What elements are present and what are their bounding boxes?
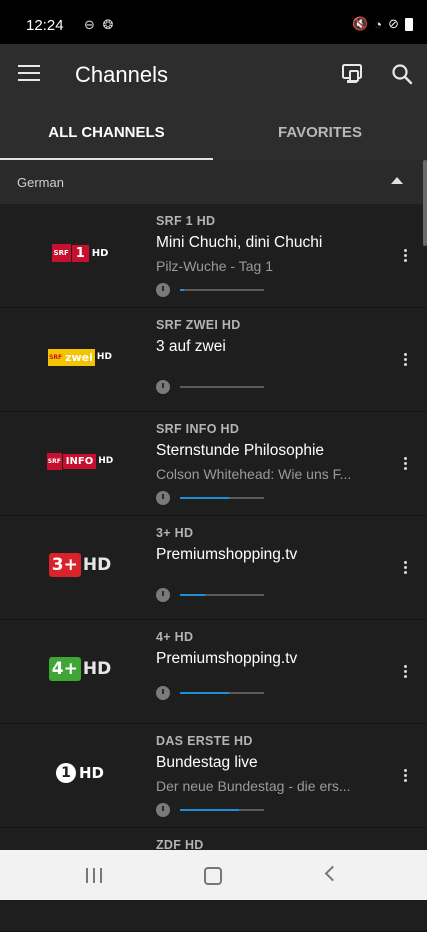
status-right-icons: 🔇 ◔ ⊘ (352, 16, 413, 32)
program-subtitle: Colson Whitehead: Wie uns F... (156, 466, 352, 482)
clock-icon (156, 686, 170, 700)
channel-name: SRF INFO HD (156, 422, 240, 436)
program-subtitle: Der neue Bundestag - die ers... (156, 778, 351, 794)
recents-icon[interactable] (86, 868, 102, 883)
more-options-icon[interactable] (404, 665, 408, 680)
tab-favorites[interactable]: FAVORITES (213, 106, 427, 160)
chevron-up-icon[interactable] (391, 177, 403, 184)
status-time: 12:24 (26, 17, 64, 34)
more-options-icon[interactable] (404, 561, 408, 576)
channel-row[interactable]: SRF 1 HD SRF 1 HD Mini Chuchi, dini Chuc… (0, 204, 427, 308)
status-notification-icons: ⊖ ❂ (84, 17, 116, 32)
progress-fill (180, 594, 206, 596)
channel-name: SRF 1 HD (156, 214, 216, 228)
progress-bar (180, 809, 264, 811)
program-title: Premiumshopping.tv (156, 546, 298, 563)
more-options-icon[interactable] (404, 249, 408, 264)
progress-fill (180, 289, 185, 291)
more-options-icon[interactable] (404, 457, 408, 472)
channel-logo-srf2: SRF zwei HD (48, 348, 112, 366)
progress-bar (180, 692, 264, 694)
progress-bar (180, 289, 264, 291)
channel-row[interactable]: 4+ HD 4+ HD Premiumshopping.tv (0, 620, 427, 724)
channel-name: 3+ HD (156, 526, 194, 540)
clock-icon (156, 283, 170, 297)
tab-all-channels[interactable]: ALL CHANNELS (0, 106, 213, 160)
channel-row[interactable]: 3+ HD 3+ HD Premiumshopping.tv (0, 516, 427, 620)
channel-row[interactable]: SRF INFO HD SRF INFO HD Sternstunde Phil… (0, 412, 427, 516)
progress-fill (180, 497, 229, 499)
channel-logo-srf1: SRF 1 HD (51, 244, 109, 262)
clock-icon (156, 588, 170, 602)
program-subtitle: Pilz-Wuche - Tag 1 (156, 258, 273, 274)
progress-bar (180, 386, 264, 388)
home-icon[interactable] (204, 867, 222, 885)
progress-fill (180, 692, 229, 694)
mute-icon: 🔇 (352, 16, 369, 31)
channel-logo-das-erste: 1 HD (40, 751, 120, 795)
channel-logo-srfinfo: SRF INFO HD (40, 439, 120, 483)
status-bar: 12:24 ⊖ ❂ 🔇 ◔ ⊘ (0, 0, 427, 44)
back-icon[interactable] (324, 865, 341, 882)
channel-row[interactable]: SRF zwei HD SRF ZWEI HD 3 auf zwei (0, 308, 427, 412)
channel-logo-3plus: 3+ HD (40, 543, 120, 587)
more-options-icon[interactable] (404, 353, 408, 368)
progress-bar (180, 497, 264, 499)
channel-name: SRF ZWEI HD (156, 318, 241, 332)
progress-bar (180, 594, 264, 596)
app-bar: Channels (0, 44, 427, 106)
clock-icon (156, 803, 170, 817)
program-title: Mini Chuchi, dini Chuchi (156, 234, 323, 251)
dnd-icon: ⊘ (388, 16, 399, 31)
channel-name: 4+ HD (156, 630, 194, 644)
progress-fill (180, 809, 239, 811)
program-title: 3 auf zwei (156, 338, 226, 355)
search-icon[interactable] (391, 63, 413, 85)
menu-icon[interactable] (18, 65, 40, 83)
clock-icon (156, 380, 170, 394)
program-title: Sternstunde Philosophie (156, 442, 325, 459)
program-title: Bundestag live (156, 754, 258, 771)
cast-icon[interactable] (340, 62, 364, 86)
clock-icon (156, 491, 170, 505)
tab-bar: ALL CHANNELS FAVORITES (0, 106, 427, 160)
battery-icon (405, 17, 413, 31)
section-label: German (17, 175, 64, 190)
page-title: Channels (75, 62, 168, 87)
channel-logo-4plus: 4+ HD (40, 647, 120, 691)
wifi-icon: ◔ (374, 16, 383, 32)
channel-name: DAS ERSTE HD (156, 734, 253, 748)
system-nav-bar (0, 850, 427, 900)
program-title: Premiumshopping.tv (156, 650, 298, 667)
channel-row[interactable]: 1 HD DAS ERSTE HD Bundestag live Der neu… (0, 724, 427, 828)
section-header[interactable]: German (0, 160, 427, 204)
more-options-icon[interactable] (404, 769, 408, 784)
